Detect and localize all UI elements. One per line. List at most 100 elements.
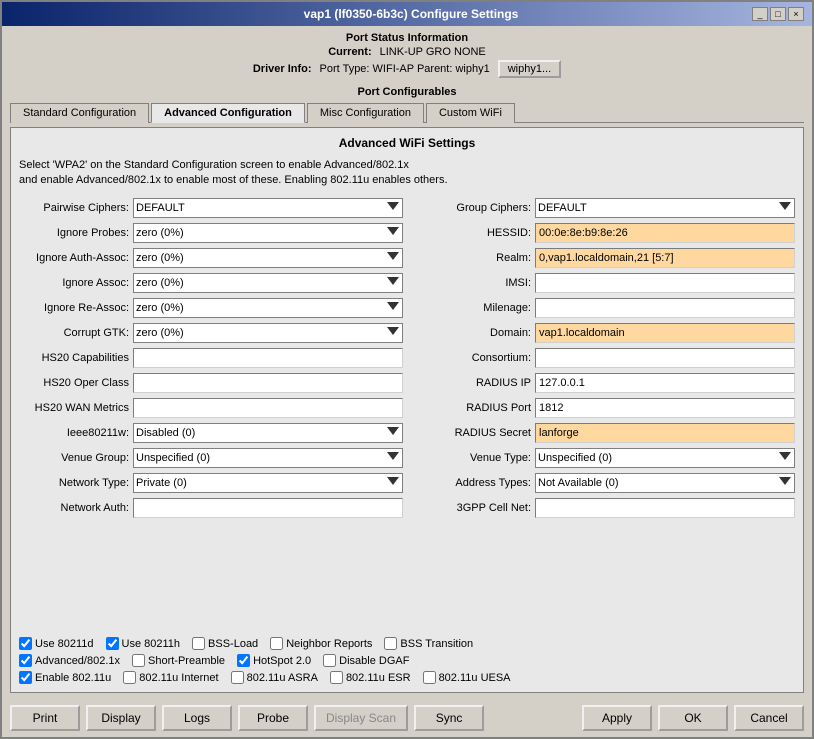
sync-button[interactable]: Sync	[414, 705, 484, 731]
footer-right-buttons: Apply OK Cancel	[582, 705, 804, 731]
hotspot20-item[interactable]: HotSpot 2.0	[237, 654, 311, 667]
venue-group-label: Venue Group:	[19, 452, 129, 464]
probe-button[interactable]: Probe	[238, 705, 308, 731]
80211u-asra-item[interactable]: 802.11u ASRA	[231, 671, 318, 684]
hs20-wan-metrics-input[interactable]	[133, 398, 403, 418]
80211u-internet-item[interactable]: 802.11u Internet	[123, 671, 218, 684]
radius-port-label: RADIUS Port	[411, 402, 531, 414]
domain-input[interactable]	[535, 323, 795, 343]
logs-button[interactable]: Logs	[162, 705, 232, 731]
radius-port-input[interactable]	[535, 398, 795, 418]
bssload-item[interactable]: BSS-Load	[192, 637, 258, 650]
use80211h-checkbox[interactable]	[106, 637, 119, 650]
ignore-probes-row: Ignore Probes: zero (0%)	[19, 222, 403, 244]
minimize-button[interactable]: _	[752, 7, 768, 21]
hotspot20-checkbox[interactable]	[237, 654, 250, 667]
current-label: Current:	[328, 46, 371, 58]
tab-advanced[interactable]: Advanced Configuration	[151, 103, 305, 123]
ignore-reassoc-select[interactable]: zero (0%)	[133, 298, 403, 318]
neighbor-reports-checkbox[interactable]	[270, 637, 283, 650]
imsi-label: IMSI:	[411, 277, 531, 289]
pairwise-ciphers-label: Pairwise Ciphers:	[19, 202, 129, 214]
milenage-input[interactable]	[535, 298, 795, 318]
ignore-probes-select[interactable]: zero (0%)	[133, 223, 403, 243]
form-grid: Pairwise Ciphers: DEFAULT Ignore Probes:…	[19, 197, 795, 625]
apply-button[interactable]: Apply	[582, 705, 652, 731]
pairwise-ciphers-row: Pairwise Ciphers: DEFAULT	[19, 197, 403, 219]
radius-secret-input[interactable]	[535, 423, 795, 443]
use80211d-checkbox[interactable]	[19, 637, 32, 650]
window-title: vap1 (lf0350-6b3c) Configure Settings	[70, 7, 752, 21]
radius-ip-input[interactable]	[535, 373, 795, 393]
radius-port-row: RADIUS Port	[411, 397, 795, 419]
port-status-current-row: Current: LINK-UP GRO NONE	[10, 46, 804, 58]
venue-type-select[interactable]: Unspecified (0)	[535, 448, 795, 468]
bssload-label: BSS-Load	[208, 638, 258, 650]
pairwise-ciphers-select[interactable]: DEFAULT	[133, 198, 403, 218]
hessid-input[interactable]	[535, 223, 795, 243]
address-types-row: Address Types: Not Available (0)	[411, 472, 795, 494]
venue-group-select[interactable]: Unspecified (0)	[133, 448, 403, 468]
advanced8021x-item[interactable]: Advanced/802.1x	[19, 654, 120, 667]
ieee80211w-select[interactable]: Disabled (0)	[133, 423, 403, 443]
group-ciphers-label: Group Ciphers:	[411, 202, 531, 214]
tab-misc[interactable]: Misc Configuration	[307, 103, 424, 123]
venue-type-label: Venue Type:	[411, 452, 531, 464]
group-ciphers-row: Group Ciphers: DEFAULT	[411, 197, 795, 219]
maximize-button[interactable]: □	[770, 7, 786, 21]
3gpp-cell-net-input[interactable]	[535, 498, 795, 518]
short-preamble-checkbox[interactable]	[132, 654, 145, 667]
80211u-uesa-checkbox[interactable]	[423, 671, 436, 684]
80211u-esr-checkbox[interactable]	[330, 671, 343, 684]
imsi-input[interactable]	[535, 273, 795, 293]
hs20-capabilities-input[interactable]	[133, 348, 403, 368]
neighbor-reports-item[interactable]: Neighbor Reports	[270, 637, 372, 650]
realm-input[interactable]	[535, 248, 795, 268]
network-auth-input[interactable]	[133, 498, 403, 518]
tab-custom-wifi[interactable]: Custom WiFi	[426, 103, 515, 123]
tab-standard[interactable]: Standard Configuration	[10, 103, 149, 123]
hs20-oper-class-input[interactable]	[133, 373, 403, 393]
ignore-auth-assoc-select[interactable]: zero (0%)	[133, 248, 403, 268]
display-button[interactable]: Display	[86, 705, 156, 731]
corrupt-gtk-label: Corrupt GTK:	[19, 327, 129, 339]
checkboxes-row1: Use 80211d Use 80211h BSS-Load Neighbor …	[19, 637, 795, 650]
cancel-button[interactable]: Cancel	[734, 705, 804, 731]
close-button[interactable]: ×	[788, 7, 804, 21]
80211u-internet-checkbox[interactable]	[123, 671, 136, 684]
enable80211u-item[interactable]: Enable 802.11u	[19, 671, 111, 684]
80211u-asra-checkbox[interactable]	[231, 671, 244, 684]
tab-bar: Standard Configuration Advanced Configur…	[10, 102, 804, 123]
address-types-select[interactable]: Not Available (0)	[535, 473, 795, 493]
disable-dgaf-item[interactable]: Disable DGAF	[323, 654, 409, 667]
print-button[interactable]: Print	[10, 705, 80, 731]
group-ciphers-select[interactable]: DEFAULT	[535, 198, 795, 218]
80211u-uesa-label: 802.11u UESA	[439, 672, 511, 684]
display-scan-button[interactable]: Display Scan	[314, 705, 408, 731]
80211u-esr-item[interactable]: 802.11u ESR	[330, 671, 411, 684]
use80211d-label: Use 80211d	[35, 638, 94, 650]
advanced8021x-checkbox[interactable]	[19, 654, 32, 667]
wiphy-button[interactable]: wiphy1...	[498, 60, 561, 78]
enable80211u-checkbox[interactable]	[19, 671, 32, 684]
ignore-assoc-row: Ignore Assoc: zero (0%)	[19, 272, 403, 294]
corrupt-gtk-select[interactable]: zero (0%)	[133, 323, 403, 343]
short-preamble-item[interactable]: Short-Preamble	[132, 654, 225, 667]
hs20-oper-class-row: HS20 Oper Class	[19, 372, 403, 394]
bss-transition-item[interactable]: BSS Transition	[384, 637, 473, 650]
corrupt-gtk-row: Corrupt GTK: zero (0%)	[19, 322, 403, 344]
use80211h-item[interactable]: Use 80211h	[106, 637, 181, 650]
use80211d-item[interactable]: Use 80211d	[19, 637, 94, 650]
ignore-probes-label: Ignore Probes:	[19, 227, 129, 239]
ok-button[interactable]: OK	[658, 705, 728, 731]
bssload-checkbox[interactable]	[192, 637, 205, 650]
panel-desc: Select 'WPA2' on the Standard Configurat…	[19, 158, 795, 189]
bss-transition-checkbox[interactable]	[384, 637, 397, 650]
network-type-select[interactable]: Private (0)	[133, 473, 403, 493]
realm-row: Realm:	[411, 247, 795, 269]
disable-dgaf-checkbox[interactable]	[323, 654, 336, 667]
consortium-input[interactable]	[535, 348, 795, 368]
imsi-row: IMSI:	[411, 272, 795, 294]
80211u-uesa-item[interactable]: 802.11u UESA	[423, 671, 511, 684]
ignore-assoc-select[interactable]: zero (0%)	[133, 273, 403, 293]
